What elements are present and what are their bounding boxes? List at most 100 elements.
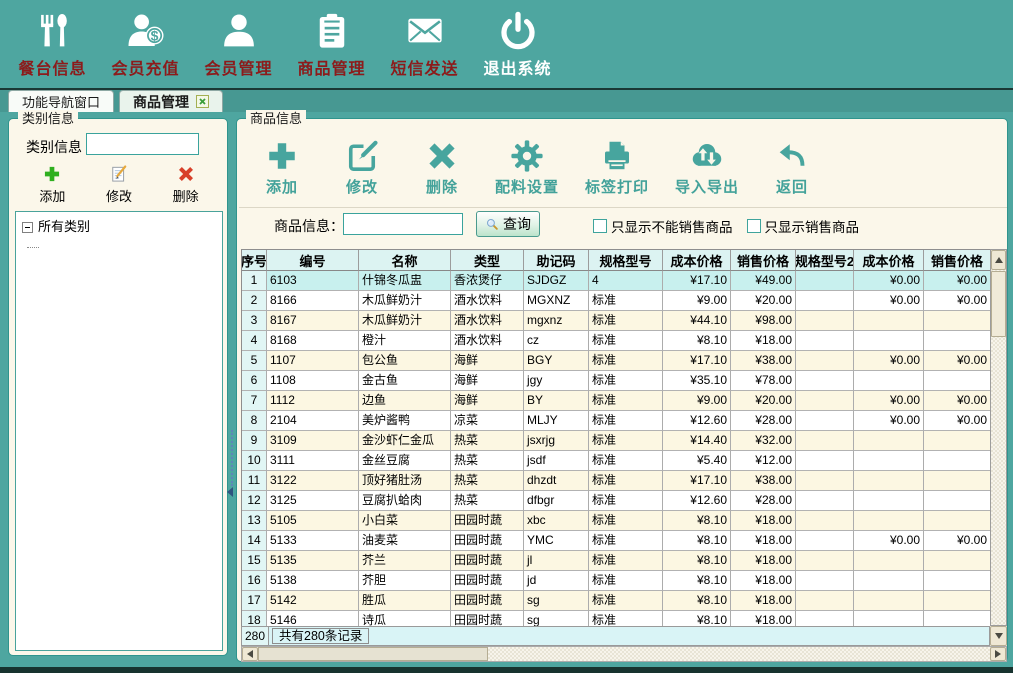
cell: 2104: [267, 411, 359, 431]
plus-icon: [42, 164, 62, 184]
table-row[interactable]: 16103什锦冬瓜盅香浓煲仔SJDGZ4¥17.10¥49.00¥0.00¥0.…: [242, 271, 991, 291]
cell: 标准: [589, 331, 663, 351]
toolbar-item-member-recharge[interactable]: 会员充值: [99, 0, 192, 88]
filter-checkboxes: 只显示不能销售商品 只显示销售商品: [593, 216, 859, 236]
scroll-left-button[interactable]: [242, 647, 258, 661]
cell: [924, 371, 991, 391]
table-row[interactable]: 28166木瓜鲜奶汁酒水饮料MGXNZ标准¥9.00¥20.00¥0.00¥0.…: [242, 291, 991, 311]
column-header[interactable]: 编号: [267, 250, 359, 271]
horizontal-scroll-thumb[interactable]: [258, 647, 488, 661]
cell: [796, 371, 854, 391]
toolbar-item-sms-send[interactable]: 短信发送: [378, 0, 471, 88]
column-header[interactable]: 销售价格: [924, 250, 991, 271]
column-header[interactable]: 规格型号: [589, 250, 663, 271]
cell: 油麦菜: [359, 531, 451, 551]
checkbox-box[interactable]: [593, 219, 607, 233]
column-header[interactable]: 规格型号2: [796, 250, 854, 271]
table-row[interactable]: 48168橙汁酒水饮料cz标准¥8.10¥18.00: [242, 331, 991, 351]
product-toolbar-button-ingredient-settings[interactable]: 配料设置: [495, 138, 559, 197]
product-toolbar-button-back[interactable]: 返回: [765, 138, 819, 197]
cell: 酒水饮料: [451, 311, 524, 331]
search-icon: [485, 217, 500, 232]
column-header[interactable]: 成本价格: [663, 250, 731, 271]
query-button[interactable]: 查询: [476, 211, 540, 237]
category-button-add[interactable]: 添加: [39, 164, 65, 205]
table-row[interactable]: 155135芥兰田园时蔬jl标准¥8.10¥18.00: [242, 551, 991, 571]
category-button-delete[interactable]: 删除: [173, 164, 199, 205]
vertical-scrollbar[interactable]: [990, 249, 1007, 626]
table-row[interactable]: 113122顶好猪肚汤热菜dhzdt标准¥17.10¥38.00: [242, 471, 991, 491]
row-number-cell: 14: [242, 531, 267, 551]
column-header[interactable]: 成本价格: [854, 250, 924, 271]
cell: 豆腐扒蛤肉: [359, 491, 451, 511]
cell: 海鲜: [451, 351, 524, 371]
scroll-up-button[interactable]: [991, 250, 1006, 270]
category-button-edit[interactable]: 修改: [106, 164, 132, 205]
cell: [854, 371, 924, 391]
category-input[interactable]: [86, 133, 199, 155]
product-toolbar-button-label-print[interactable]: 标签打印: [585, 138, 649, 197]
table-row[interactable]: 71112边鱼海鲜BY标准¥9.00¥20.00¥0.00¥0.00: [242, 391, 991, 411]
product-toolbar-button-delete[interactable]: 删除: [415, 138, 469, 197]
table-row[interactable]: 38167木瓜鲜奶汁酒水饮料mgxnz标准¥44.10¥98.00: [242, 311, 991, 331]
cell: 6103: [267, 271, 359, 291]
cell: [854, 511, 924, 531]
product-search-input[interactable]: [343, 213, 463, 235]
panel-splitter[interactable]: [231, 430, 233, 486]
toolbar-item-member-manage[interactable]: 会员管理: [192, 0, 285, 88]
table-row[interactable]: 51107包公鱼海鲜BGY标准¥17.10¥38.00¥0.00¥0.00: [242, 351, 991, 371]
cell: YMC: [524, 531, 589, 551]
toolbar-item-product-manage[interactable]: 商品管理: [285, 0, 378, 88]
toolbar-item-tables-info[interactable]: 餐台信息: [6, 0, 99, 88]
cell: ¥8.10: [663, 611, 731, 626]
table-row[interactable]: 145133油麦菜田园时蔬YMC标准¥8.10¥18.00¥0.00¥0.00: [242, 531, 991, 551]
column-header[interactable]: 销售价格: [731, 250, 796, 271]
horizontal-scrollbar[interactable]: [241, 646, 1007, 662]
tab-close-button[interactable]: [196, 95, 209, 108]
splitter-collapse-arrow-icon[interactable]: [227, 487, 233, 497]
cell: ¥0.00: [854, 291, 924, 311]
tree-collapse-icon[interactable]: [22, 222, 33, 233]
row-number-cell: 1: [242, 271, 267, 291]
cell: ¥44.10: [663, 311, 731, 331]
table-row[interactable]: 135105小白菜田园时蔬xbc标准¥8.10¥18.00: [242, 511, 991, 531]
cell: 海鲜: [451, 371, 524, 391]
tab-product-manage[interactable]: 商品管理: [119, 90, 223, 112]
vertical-scroll-thumb[interactable]: [991, 271, 1006, 337]
column-header[interactable]: 类型: [451, 250, 524, 271]
member-icon: [218, 10, 260, 52]
table-row[interactable]: 61108金古鱼海鲜jgy标准¥35.10¥78.00: [242, 371, 991, 391]
table-row[interactable]: 185146诗瓜田园时蔬sg标准¥8.10¥18.00: [242, 611, 991, 626]
column-header[interactable]: 序号: [242, 250, 267, 271]
cell: 标准: [589, 591, 663, 611]
cell: 胜瓜: [359, 591, 451, 611]
checkbox-box[interactable]: [747, 219, 761, 233]
product-toolbar-button-add[interactable]: 添加: [255, 138, 309, 197]
cell: ¥5.40: [663, 451, 731, 471]
table-row[interactable]: 123125豆腐扒蛤肉热菜dfbgr标准¥12.60¥28.00: [242, 491, 991, 511]
record-summary: 共有280条记录: [272, 628, 369, 644]
product-toolbar-button-edit[interactable]: 修改: [335, 138, 389, 197]
cell: ¥38.00: [731, 471, 796, 491]
filter-checkbox[interactable]: 只显示销售商品: [747, 216, 860, 236]
cell: ¥8.10: [663, 531, 731, 551]
scroll-down-button[interactable]: [990, 626, 1007, 646]
member-recharge-icon: [125, 10, 167, 52]
table-row[interactable]: 93109金沙虾仁金瓜热菜jsxrjg标准¥14.40¥32.00: [242, 431, 991, 451]
cell: jsdf: [524, 451, 589, 471]
product-toolbar-button-import-export[interactable]: 导入导出: [675, 138, 739, 197]
table-row[interactable]: 175142胜瓜田园时蔬sg标准¥8.10¥18.00: [242, 591, 991, 611]
tab-nav-window[interactable]: 功能导航窗口: [8, 90, 114, 112]
row-number-cell: 3: [242, 311, 267, 331]
filter-checkbox[interactable]: 只显示不能销售商品: [593, 216, 733, 236]
toolbar-item-exit-system[interactable]: 退出系统: [471, 0, 564, 88]
table-row[interactable]: 82104美炉酱鸭凉菜MLJY标准¥12.60¥28.00¥0.00¥0.00: [242, 411, 991, 431]
column-header[interactable]: 名称: [359, 250, 451, 271]
table-row[interactable]: 103111金丝豆腐热菜jsdf标准¥5.40¥12.00: [242, 451, 991, 471]
column-header[interactable]: 助记码: [524, 250, 589, 271]
tree-root[interactable]: 所有类别: [18, 217, 220, 237]
scroll-right-button[interactable]: [990, 647, 1006, 661]
cell: ¥12.60: [663, 411, 731, 431]
cell: ¥18.00: [731, 571, 796, 591]
table-row[interactable]: 165138芥胆田园时蔬jd标准¥8.10¥18.00: [242, 571, 991, 591]
